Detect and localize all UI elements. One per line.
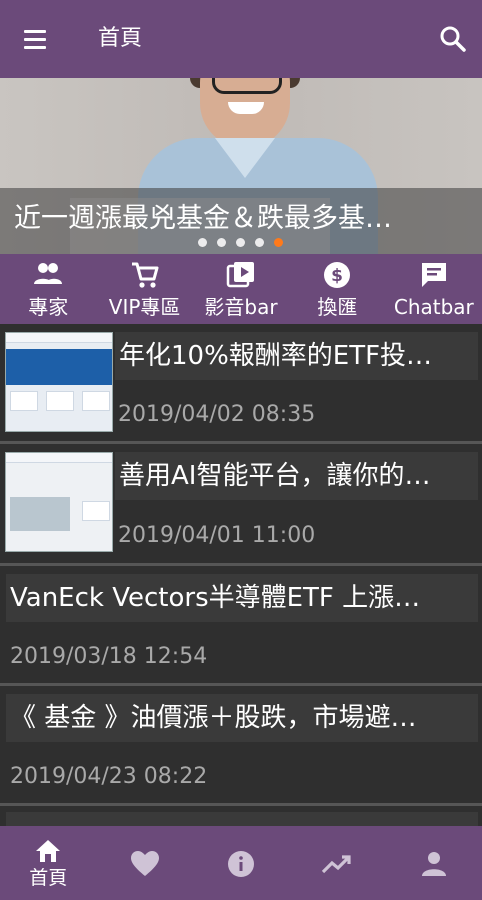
person-icon — [421, 852, 446, 876]
carousel-dot[interactable] — [217, 238, 226, 247]
shortcut-exchange[interactable]: $ 換匯 — [289, 254, 385, 324]
news-card[interactable] — [0, 806, 482, 826]
page-title: 首頁 — [98, 26, 143, 51]
info-icon — [228, 851, 255, 877]
search-icon[interactable] — [436, 22, 470, 56]
carousel-dot[interactable] — [255, 238, 264, 247]
news-card[interactable]: 《 基金 》油價漲＋股跌，市場避… 2019/04/23 08:22 — [0, 686, 482, 806]
hamburger-menu-icon[interactable] — [18, 24, 52, 54]
news-date: 2019/03/18 12:54 — [10, 644, 208, 669]
svg-text:$: $ — [332, 266, 344, 286]
carousel-indicator — [198, 238, 283, 250]
nav-favorites[interactable] — [96, 826, 192, 900]
nav-profile[interactable] — [386, 826, 482, 900]
trending-up-icon — [322, 855, 352, 874]
cart-icon — [131, 262, 159, 288]
shortcut-bar: 專家 VIP專區 影音bar $ 換匯 Chatbar — [0, 254, 482, 324]
nav-home-label: 首頁 — [29, 867, 68, 889]
news-card[interactable]: 善用AI智能平台，讓你的… 2019/04/01 11:00 — [0, 444, 482, 566]
shortcut-label: 專家 — [28, 295, 69, 319]
news-date: 2019/04/23 08:22 — [10, 764, 208, 789]
news-card[interactable]: 年化10%報酬率的ETF投… 2019/04/02 08:35 — [0, 324, 482, 444]
heart-icon — [130, 851, 159, 876]
news-feed: 年化10%報酬率的ETF投… 2019/04/02 08:35 善用AI智能平台… — [0, 324, 482, 826]
news-title: VanEck Vectors半導體ETF 上漲… — [6, 574, 478, 622]
news-title: 《 基金 》油價漲＋股跌，市場避… — [6, 694, 478, 742]
shortcut-chatbar[interactable]: Chatbar — [386, 254, 482, 324]
shortcut-label: VIP專區 — [108, 295, 181, 319]
banner-carousel[interactable]: 近一週漲最兇基金＆跌最多基… — [0, 78, 482, 254]
news-title: 善用AI智能平台，讓你的… — [115, 452, 478, 500]
shortcut-experts[interactable]: 專家 — [0, 254, 96, 324]
banner-caption: 近一週漲最兇基金＆跌最多基… — [14, 203, 392, 234]
shortcut-video[interactable]: 影音bar — [193, 254, 289, 324]
nav-info[interactable] — [193, 826, 289, 900]
carousel-dot[interactable] — [198, 238, 207, 247]
chat-icon — [421, 263, 446, 287]
shortcut-label: 換匯 — [317, 295, 358, 319]
news-thumbnail — [5, 452, 113, 552]
bottom-navigation: 首頁 — [0, 826, 482, 900]
carousel-dot-active[interactable] — [274, 238, 283, 247]
news-thumbnail — [5, 332, 113, 432]
carousel-dot[interactable] — [236, 238, 245, 247]
home-icon — [36, 840, 61, 862]
shortcut-vip[interactable]: VIP專區 — [96, 254, 192, 324]
shortcut-label: Chatbar — [393, 295, 474, 319]
nav-home[interactable]: 首頁 — [0, 826, 96, 900]
news-title: 年化10%報酬率的ETF投… — [115, 332, 478, 380]
people-icon — [34, 263, 63, 284]
app-bar: 首頁 — [0, 0, 482, 78]
video-icon — [226, 262, 255, 288]
news-card[interactable]: VanEck Vectors半導體ETF 上漲… 2019/03/18 12:5… — [0, 566, 482, 686]
nav-trending[interactable] — [289, 826, 385, 900]
news-date: 2019/04/01 11:00 — [118, 523, 316, 548]
news-date: 2019/04/02 08:35 — [118, 402, 316, 427]
dollar-coin-icon: $ — [324, 262, 351, 288]
shortcut-label: 影音bar — [204, 295, 278, 319]
